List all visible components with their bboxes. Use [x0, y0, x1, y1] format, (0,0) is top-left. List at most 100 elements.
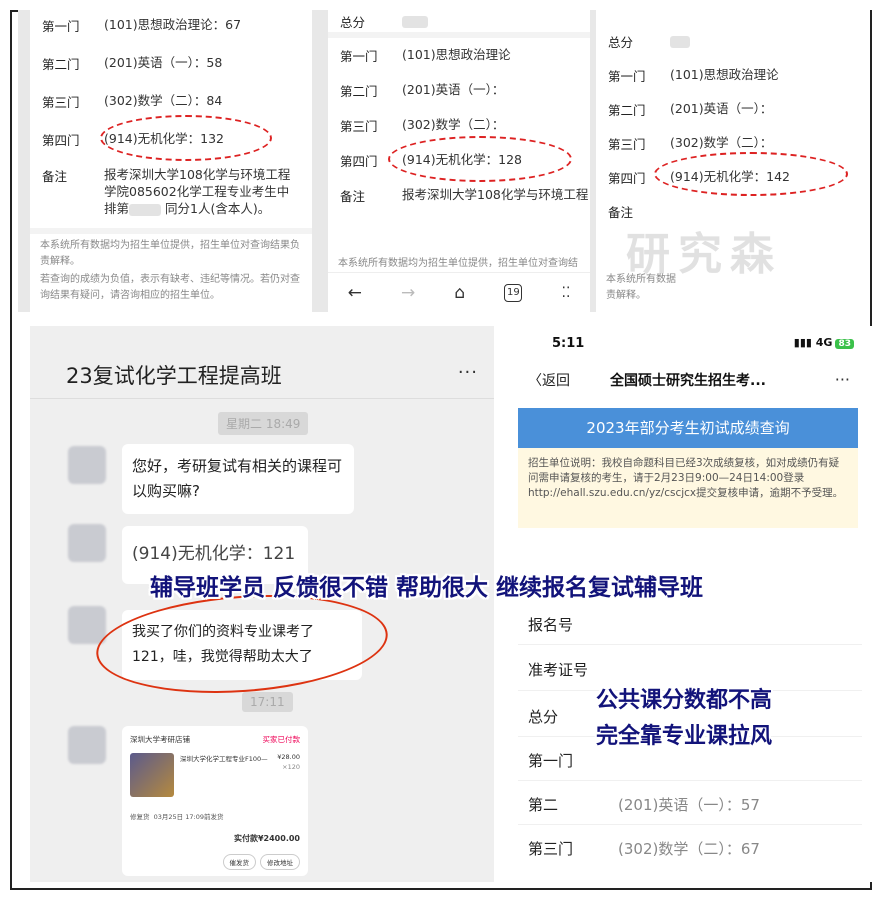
row-value: (201)英语（一）：57 [618, 796, 760, 814]
top-screenshots: 第一门 (101)思想政治理论：67 第二门 (201)英语（一）：58 第三门 (3… [18, 10, 870, 312]
disclaimer-2: 若查询的成绩为负值，表示有缺考、违纪等情况。若仍对查询结果有疑问，请咨询相应的招… [40, 274, 300, 301]
row-label: 第一门 [42, 19, 80, 34]
row-value: (201)英语（一）： [670, 101, 773, 116]
urge-button[interactable]: 催发货 [222, 854, 256, 870]
phone-screenshot: 5:11 ▮▮▮ 4G 83 〈返回 全国硕士研究生招生考... ··· 2023… [508, 326, 872, 882]
chat-screenshot: 23复试化学工程提高班 ··· 星期二 18:49 您好，考研复试有相关的课程可… [30, 326, 494, 882]
score-panel-1: 第一门 (101)思想政治理论：67 第二门 (201)英语（一）：58 第三门 (3… [30, 10, 312, 312]
score-row-3: 第三门 (302)数学（二）： [596, 134, 870, 153]
product-qty: ×120 [282, 763, 300, 771]
row-value: (302)数学（二）：84 [104, 93, 223, 108]
row-label: 第二门 [42, 57, 80, 72]
disclaimer-1: 本系统所有数据均为招生单位提供，招生单位对查询结果负责解释。 [40, 240, 300, 267]
result-row: 第一门 [528, 750, 862, 771]
row-label: 第二 [528, 796, 559, 814]
order-total: 实付款¥2400.00 [233, 834, 300, 843]
home-icon[interactable]: ⌂ [454, 283, 465, 303]
remark-row: 备注 报考深圳大学108化学与环境工程 [328, 186, 590, 205]
order-card[interactable]: 深圳大学考研店铺 买家已付款 深圳大学化学工程专业F100— ¥28.00 ×120… [122, 726, 308, 876]
total-label: 总分 [608, 35, 634, 50]
row-label: 第三门 [608, 137, 646, 152]
disclaimer: 本系统所有数据均为招生单位提供，招生单位对查询结 [338, 258, 578, 269]
row-label: 准考证号 [528, 661, 589, 679]
score-row-3: 第三门 (302)数学（二）： [328, 116, 590, 135]
subcaption-2: 完全靠专业课拉风 [596, 723, 773, 749]
more-options-icon[interactable]: ··· [458, 362, 478, 383]
row-value: (302)数学（二）： [402, 117, 505, 132]
back-arrow-icon[interactable]: ← [348, 283, 362, 303]
score-row-1: 第一门 (101)思想政治理论 [328, 46, 590, 65]
avatar [68, 446, 106, 484]
score-panel-3: 总分 第一门 (101)思想政治理论 第二门 (201)英语（一）： 第三门 (302… [596, 10, 870, 312]
row-value: (101)思想政治理论 [670, 67, 779, 82]
battery-level: 83 [835, 339, 854, 349]
score-row-2: 第二门 (201)英语（一）： [328, 81, 590, 100]
timestamp: 星期二 18:49 [218, 412, 309, 435]
status-time: 5:11 [552, 336, 585, 351]
status-bar: 5:11 ▮▮▮ 4G 83 [508, 336, 872, 356]
remark-label: 备注 [42, 169, 68, 184]
subcaption-1: 公共课分数都不高 [596, 687, 773, 713]
remark-line: 学院085602化学工程专业考生中 [104, 184, 290, 199]
remark-line: 同分1人(含本人)。 [165, 201, 271, 216]
disclaimer-1: 本系统所有数据 [606, 274, 676, 285]
menu-dots-icon[interactable]: ⁚⁚ [562, 285, 571, 301]
row-label: 第四门 [42, 133, 80, 148]
row-value: (201)英语（一）： [402, 82, 505, 97]
row-label: 第三门 [340, 119, 378, 134]
total-label: 总分 [340, 15, 366, 30]
row-label: 第一门 [608, 69, 646, 84]
row-label: 第一门 [528, 752, 574, 770]
remark-line: 报考深圳大学108化学与环境工程 [104, 167, 291, 182]
score-panel-2: 总分 第一门 (101)思想政治理论 第二门 (201)英语（一）： 第三门 (302… [328, 10, 590, 312]
product-name: 深圳大学化学工程专业F100— [180, 755, 268, 763]
disclaimer-2: 责解释。 [606, 290, 646, 301]
row-label: 第三门 [528, 840, 574, 858]
row-label: 第二门 [340, 84, 378, 99]
page-title: 全国硕士研究生招生考... [610, 373, 766, 389]
remark-label: 备注 [340, 189, 366, 204]
total-row: 总分 [596, 32, 870, 51]
highlight-circle [654, 152, 848, 196]
highlight-circle [100, 115, 272, 161]
remark-row: 备注 报考深圳大学108化学与环境工程 学院085602化学工程专业考生中 排第… [30, 166, 312, 217]
notice-box: 招生单位说明：我校自命题科目已经3次成绩复核，如对成绩仍有疑问需申请复核的考生，… [518, 448, 858, 528]
result-row: 第三门 (302)数学（二）：67 [528, 838, 862, 859]
highlight-circle [93, 585, 391, 703]
row-label: 报名号 [528, 616, 574, 634]
chat-title: 23复试化学工程提高班 [66, 364, 282, 388]
headline-caption: 辅导班学员 反馈很不错 帮助很大 继续报名复试辅导班 [150, 574, 704, 601]
product-price: ¥28.00 [277, 753, 300, 761]
order-status: 买家已付款 [262, 735, 301, 744]
total-row: 总分 [328, 12, 590, 31]
query-banner: 2023年部分考生初试成绩查询 [518, 408, 858, 448]
more-options-icon[interactable]: ··· [835, 370, 850, 389]
shop-name: 深圳大学考研店铺 [130, 735, 190, 744]
message-bubble: 您好，考研复试有相关的课程可以购买嘛? [122, 444, 354, 514]
score-row-2: 第二门 (201)英语（一）： [596, 100, 870, 119]
browser-toolbar: ← → ⌂ 19 ⁚⁚ [328, 272, 590, 312]
timestamp: 17:11 [242, 692, 293, 712]
back-button[interactable]: 〈返回 [528, 370, 570, 390]
seller-note: 修复货 [130, 813, 150, 821]
row-value: (302)数学（二）： [670, 135, 773, 150]
score-row-1: 第一门 (101)思想政治理论 [596, 66, 870, 85]
row-value: (302)数学（二）：67 [618, 840, 760, 858]
remark-line: 排第 [104, 201, 130, 216]
avatar [68, 606, 106, 644]
remark-value: 报考深圳大学108化学与环境工程 [402, 187, 589, 202]
row-label: 第二门 [608, 103, 646, 118]
product-thumbnail [130, 753, 174, 797]
row-value: (201)英语（一）：58 [104, 55, 223, 70]
avatar [68, 524, 106, 562]
score-row-2: 第二门 (201)英语（一）：58 [30, 54, 312, 73]
forward-arrow-icon[interactable]: → [401, 283, 415, 303]
status-indicators: ▮▮▮ 4G 83 [794, 336, 854, 349]
score-row-3: 第三门 (302)数学（二）：84 [30, 92, 312, 111]
row-label: 第三门 [42, 95, 80, 110]
nav-bar: 〈返回 全国硕士研究生招生考... ··· [508, 370, 872, 398]
tab-count-icon[interactable]: 19 [504, 283, 523, 302]
edit-address-button[interactable]: 修改地址 [260, 854, 300, 870]
highlight-circle [388, 136, 572, 182]
result-row: 报名号 [528, 614, 862, 635]
